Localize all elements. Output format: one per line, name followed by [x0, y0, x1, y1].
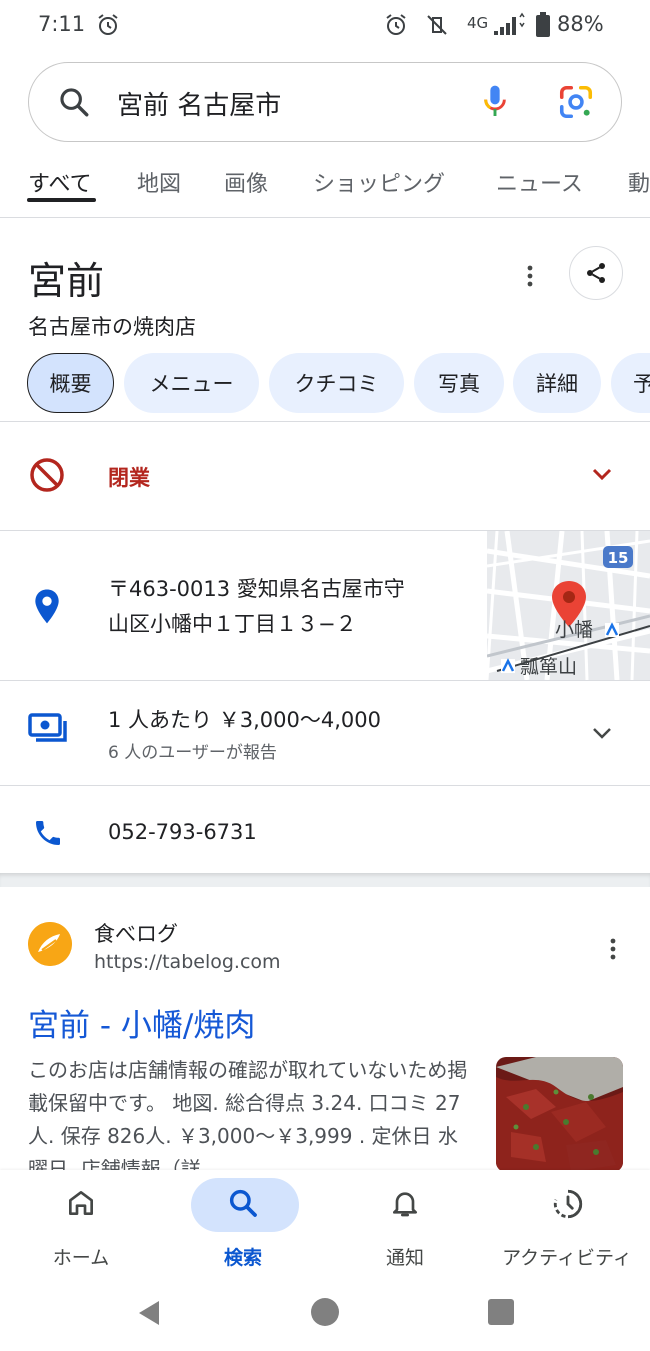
- section-separator: [0, 873, 650, 887]
- route-badge: 15: [608, 549, 629, 567]
- result-thumbnail[interactable]: [496, 1057, 623, 1172]
- status-bar: 7:11 4G 88%: [0, 0, 650, 52]
- result-title-link[interactable]: 宮前 - 小幡/焼肉: [28, 1000, 255, 1045]
- google-lens-icon[interactable]: [557, 83, 595, 121]
- address-line-1: 〒463-0013 愛知県名古屋市守: [108, 577, 405, 601]
- nav-search-label: 検索: [223, 1247, 262, 1269]
- tabelog-favicon: [28, 922, 72, 966]
- home-circle-icon[interactable]: [309, 1296, 341, 1328]
- nav-activity[interactable]: アクティビティ: [487, 1170, 647, 1278]
- search-icon: [229, 1189, 257, 1217]
- tab-news[interactable]: ニュース: [496, 166, 583, 198]
- search-bar[interactable]: 宮前 名古屋市: [28, 62, 622, 142]
- vibrate-off-icon: [427, 15, 447, 35]
- tab-maps[interactable]: 地図: [137, 166, 181, 198]
- bell-icon: [393, 1192, 417, 1217]
- place-chips: 概要 メニュー クチコミ 写真 詳細 予: [0, 353, 650, 415]
- phone-icon[interactable]: [32, 817, 64, 849]
- chip-reviews[interactable]: クチコミ: [269, 353, 404, 413]
- battery-percent: 88%: [557, 12, 604, 36]
- nav-activity-label: アクティビティ: [502, 1247, 632, 1269]
- chevron-down-icon[interactable]: [590, 465, 614, 483]
- chip-menu[interactable]: メニュー: [124, 353, 259, 413]
- nav-home-label: ホーム: [52, 1247, 110, 1269]
- tab-videos[interactable]: 動: [628, 166, 650, 198]
- location-pin-icon: [35, 589, 59, 624]
- chip-reserve[interactable]: 予: [611, 353, 650, 413]
- money-icon: [28, 713, 67, 742]
- block-icon: [30, 458, 64, 492]
- chevron-down-icon[interactable]: [590, 724, 614, 742]
- address[interactable]: 〒463-0013 愛知県名古屋市守 山区小幡中１丁目１３−２: [108, 572, 468, 642]
- active-tab-indicator: [27, 198, 96, 202]
- grilled-meat-image: [496, 1057, 623, 1172]
- more-vert-icon[interactable]: [603, 936, 623, 962]
- search-query[interactable]: 宮前 名古屋市: [117, 85, 281, 122]
- tab-images[interactable]: 画像: [224, 166, 268, 198]
- share-icon: [587, 263, 605, 283]
- home-icon: [69, 1191, 93, 1215]
- network-type: 4G: [467, 14, 489, 32]
- search-tabs: すべて 地図 画像 ショッピング ニュース 動: [0, 158, 650, 218]
- map-label-obata: 小幡: [555, 619, 593, 641]
- alarm-icon: [98, 14, 118, 35]
- price-range: 1 人あたり ￥3,000～4,000: [108, 708, 381, 732]
- alarm-icon-right: [386, 14, 406, 35]
- nav-search[interactable]: 検索: [163, 1170, 323, 1278]
- signal-icon: [494, 12, 525, 35]
- search-icon: [60, 88, 89, 117]
- address-line-2: 山区小幡中１丁目１３−２: [108, 612, 357, 636]
- nav-home[interactable]: ホーム: [1, 1170, 161, 1278]
- result-site-name[interactable]: 食べログ: [94, 918, 178, 948]
- map-label-hyotanyama: 瓢箪山: [520, 656, 577, 678]
- map-image: 15 小幡 瓢箪山: [487, 531, 650, 680]
- tabelog-logo-icon: [28, 922, 72, 966]
- system-navigation-bar: [0, 1278, 650, 1351]
- nav-notifications-label: 通知: [385, 1247, 424, 1269]
- closed-status: 閉業: [108, 466, 150, 490]
- divider: [0, 421, 650, 422]
- share-button[interactable]: [569, 246, 623, 300]
- price-report-count: 6 人のユーザーが報告: [108, 743, 277, 763]
- bottom-navigation: ホーム 検索 通知 アクティビティ: [0, 1170, 650, 1278]
- chip-overview[interactable]: 概要: [27, 353, 114, 413]
- phone-number[interactable]: 052-793-6731: [108, 820, 257, 844]
- place-category: 名古屋市の焼肉店: [28, 315, 196, 339]
- mic-icon[interactable]: [481, 83, 509, 121]
- divider: [0, 785, 650, 786]
- divider: [0, 680, 650, 681]
- chip-details[interactable]: 詳細: [513, 353, 601, 413]
- recents-icon[interactable]: [487, 1298, 515, 1326]
- back-icon[interactable]: [135, 1298, 163, 1328]
- result-snippet: このお店は店舗情報の確認が取れていないため掲載保留中です。 地図. 総合得点 3…: [28, 1058, 468, 1172]
- battery-icon: [536, 12, 550, 37]
- tab-shopping[interactable]: ショッピング: [313, 166, 445, 198]
- nav-notifications[interactable]: 通知: [325, 1170, 485, 1278]
- more-vert-icon[interactable]: [520, 262, 540, 290]
- status-time: 7:11: [38, 12, 86, 36]
- chip-photos[interactable]: 写真: [414, 353, 504, 413]
- tab-all[interactable]: すべて: [28, 166, 92, 198]
- place-title: 宮前: [28, 259, 105, 303]
- activity-icon: [553, 1189, 583, 1219]
- result-url[interactable]: https://tabelog.com: [94, 951, 281, 973]
- map-thumbnail[interactable]: 15 小幡 瓢箪山: [487, 531, 650, 680]
